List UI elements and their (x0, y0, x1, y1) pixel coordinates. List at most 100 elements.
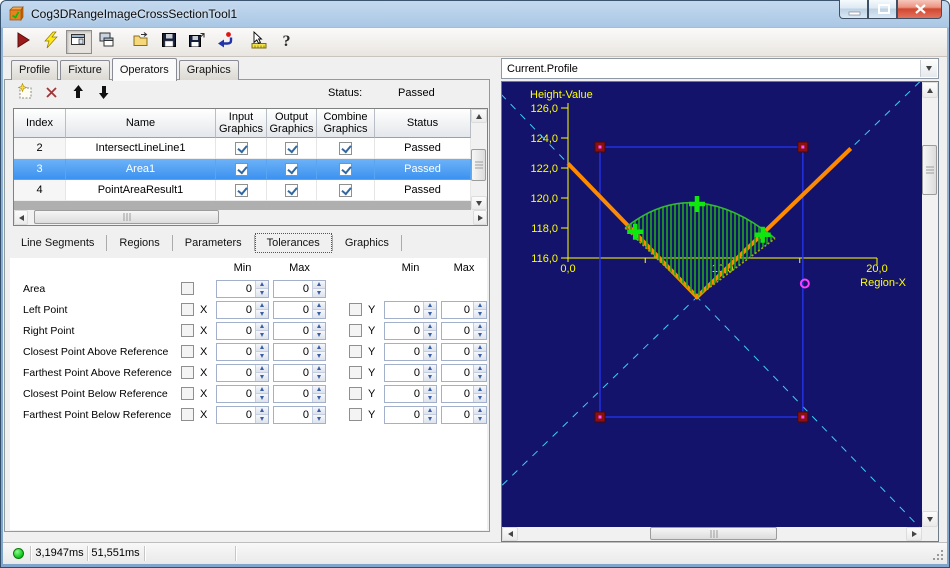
farthest-point-below-reference-y-min-spinner-down-button[interactable] (424, 415, 436, 423)
left-point-max-spinner-up-button[interactable] (313, 301, 325, 310)
cell-output-graphics-checkbox[interactable] (285, 141, 298, 155)
right-point-y-max-spinner[interactable]: 0 (441, 321, 487, 340)
move-down-button[interactable] (93, 84, 115, 104)
farthest-point-above-reference-y-max-spinner[interactable]: 0 (441, 363, 487, 382)
right-point-x-enable-checkbox[interactable] (181, 324, 194, 337)
move-up-button[interactable] (67, 84, 89, 104)
cell-input-graphics-checkbox[interactable] (234, 141, 248, 155)
closest-point-below-reference-x-enable-checkbox[interactable] (181, 387, 194, 400)
table-row[interactable]: 2 IntersectLineLine1 Passed (14, 138, 471, 159)
scroll-left-button[interactable] (14, 210, 28, 225)
right-point-max-spinner[interactable]: 0 (273, 321, 326, 340)
subtab-line-segments[interactable]: Line Segments (9, 233, 106, 253)
cell-output-graphics-checkbox[interactable] (285, 162, 298, 176)
right-point-min-spinner[interactable]: 0 (216, 321, 269, 340)
right-point-min-spinner-down-button[interactable] (256, 331, 268, 339)
left-point-y-max-spinner-down-button[interactable] (474, 310, 486, 318)
closest-point-below-reference-min-spinner[interactable]: 0 (216, 384, 269, 403)
subtab-regions[interactable]: Regions (107, 233, 171, 253)
area-max-spinner-down-button[interactable] (313, 289, 325, 297)
farthest-point-above-reference-max-spinner[interactable]: 0 (273, 363, 326, 382)
closest-point-below-reference-y-min-spinner-down-button[interactable] (424, 394, 436, 402)
profile-selector[interactable]: Current.Profile (501, 58, 939, 79)
left-point-min-spinner-down-button[interactable] (256, 310, 268, 318)
dropdown-arrow-icon[interactable] (920, 60, 937, 77)
farthest-point-above-reference-y-enable-checkbox[interactable] (349, 366, 362, 379)
save-button[interactable] (156, 30, 182, 54)
closest-point-below-reference-y-max-spinner[interactable]: 0 (441, 384, 487, 403)
closest-point-above-reference-max-spinner[interactable]: 0 (273, 342, 326, 361)
farthest-point-above-reference-y-max-spinner-down-button[interactable] (474, 373, 486, 381)
area-min-spinner[interactable]: 0 (216, 279, 269, 298)
maximize-button[interactable] (868, 0, 897, 19)
reset-button[interactable] (212, 30, 238, 54)
cell-input-graphics-checkbox[interactable] (234, 162, 248, 176)
scroll-right-button[interactable] (473, 210, 487, 225)
right-point-y-min-spinner-down-button[interactable] (424, 331, 436, 339)
column-header-input-graphics[interactable]: Input Graphics (216, 109, 267, 138)
cell-input-graphics-checkbox[interactable] (234, 183, 248, 197)
add-operator-button[interactable] (15, 82, 37, 104)
column-header-output-graphics[interactable]: Output Graphics (267, 109, 317, 138)
cell-combine-graphics-checkbox[interactable] (339, 183, 352, 197)
scroll-down-button[interactable] (922, 511, 938, 527)
farthest-point-below-reference-max-spinner[interactable]: 0 (273, 405, 326, 424)
subtab-parameters[interactable]: Parameters (173, 233, 254, 253)
left-point-y-max-spinner-up-button[interactable] (474, 301, 486, 310)
right-point-y-max-spinner-up-button[interactable] (474, 322, 486, 331)
closest-point-above-reference-max-spinner-down-button[interactable] (313, 352, 325, 360)
scroll-thumb[interactable] (34, 210, 219, 224)
farthest-point-above-reference-y-min-spinner[interactable]: 0 (384, 363, 437, 382)
farthest-point-below-reference-y-enable-checkbox[interactable] (349, 408, 362, 421)
left-point-min-spinner-up-button[interactable] (256, 301, 268, 310)
farthest-point-above-reference-min-spinner-down-button[interactable] (256, 373, 268, 381)
left-point-x-enable-checkbox[interactable] (181, 303, 194, 316)
closest-point-below-reference-y-min-spinner-up-button[interactable] (424, 385, 436, 394)
farthest-point-above-reference-min-spinner-up-button[interactable] (256, 364, 268, 373)
closest-point-above-reference-min-spinner[interactable]: 0 (216, 342, 269, 361)
closest-point-above-reference-x-enable-checkbox[interactable] (181, 345, 194, 358)
farthest-point-above-reference-max-spinner-up-button[interactable] (313, 364, 325, 373)
area-max-spinner-up-button[interactable] (313, 280, 325, 289)
closest-point-above-reference-y-max-spinner-down-button[interactable] (474, 352, 486, 360)
scroll-down-button[interactable] (471, 196, 487, 210)
farthest-point-below-reference-y-min-spinner[interactable]: 0 (384, 405, 437, 424)
farthest-point-below-reference-y-max-spinner[interactable]: 0 (441, 405, 487, 424)
right-point-min-spinner-up-button[interactable] (256, 322, 268, 331)
closest-point-below-reference-min-spinner-down-button[interactable] (256, 394, 268, 402)
close-button[interactable] (897, 0, 942, 19)
left-point-y-min-spinner[interactable]: 0 (384, 300, 437, 319)
farthest-point-below-reference-y-min-spinner-up-button[interactable] (424, 406, 436, 415)
closest-point-above-reference-y-enable-checkbox[interactable] (349, 345, 362, 358)
save-as-button[interactable] (184, 30, 210, 54)
closest-point-below-reference-y-min-spinner[interactable]: 0 (384, 384, 437, 403)
left-point-y-max-spinner[interactable]: 0 (441, 300, 487, 319)
area-min-spinner-up-button[interactable] (256, 280, 268, 289)
position-ruler-button[interactable] (246, 30, 272, 54)
titlebar[interactable]: Cog3DRangeImageCrossSectionTool1 (0, 0, 950, 28)
scroll-left-button[interactable] (502, 527, 518, 541)
closest-point-below-reference-y-enable-checkbox[interactable] (349, 387, 362, 400)
chart-vertical-scrollbar[interactable] (922, 82, 938, 527)
farthest-point-below-reference-max-spinner-down-button[interactable] (313, 415, 325, 423)
farthest-point-above-reference-max-spinner-down-button[interactable] (313, 373, 325, 381)
farthest-point-below-reference-y-max-spinner-up-button[interactable] (474, 406, 486, 415)
right-point-y-min-spinner-up-button[interactable] (424, 322, 436, 331)
cell-combine-graphics-checkbox[interactable] (339, 141, 352, 155)
delete-operator-button[interactable] (41, 84, 63, 104)
closest-point-below-reference-y-max-spinner-up-button[interactable] (474, 385, 486, 394)
farthest-point-below-reference-y-max-spinner-down-button[interactable] (474, 415, 486, 423)
closest-point-below-reference-max-spinner[interactable]: 0 (273, 384, 326, 403)
tab-graphics[interactable]: Graphics (178, 60, 239, 80)
farthest-point-above-reference-y-max-spinner-up-button[interactable] (474, 364, 486, 373)
closest-point-above-reference-y-min-spinner-up-button[interactable] (424, 343, 436, 352)
show-tool-window-button[interactable] (66, 30, 92, 54)
subtab-graphics[interactable]: Graphics (333, 233, 401, 253)
help-button[interactable]: ? (274, 30, 300, 54)
open-button[interactable] (128, 30, 154, 54)
minimize-button[interactable] (839, 0, 868, 19)
cell-combine-graphics-checkbox[interactable] (339, 162, 352, 176)
closest-point-above-reference-y-min-spinner-down-button[interactable] (424, 352, 436, 360)
float-window-button[interactable] (94, 30, 120, 54)
closest-point-above-reference-y-min-spinner[interactable]: 0 (384, 342, 437, 361)
